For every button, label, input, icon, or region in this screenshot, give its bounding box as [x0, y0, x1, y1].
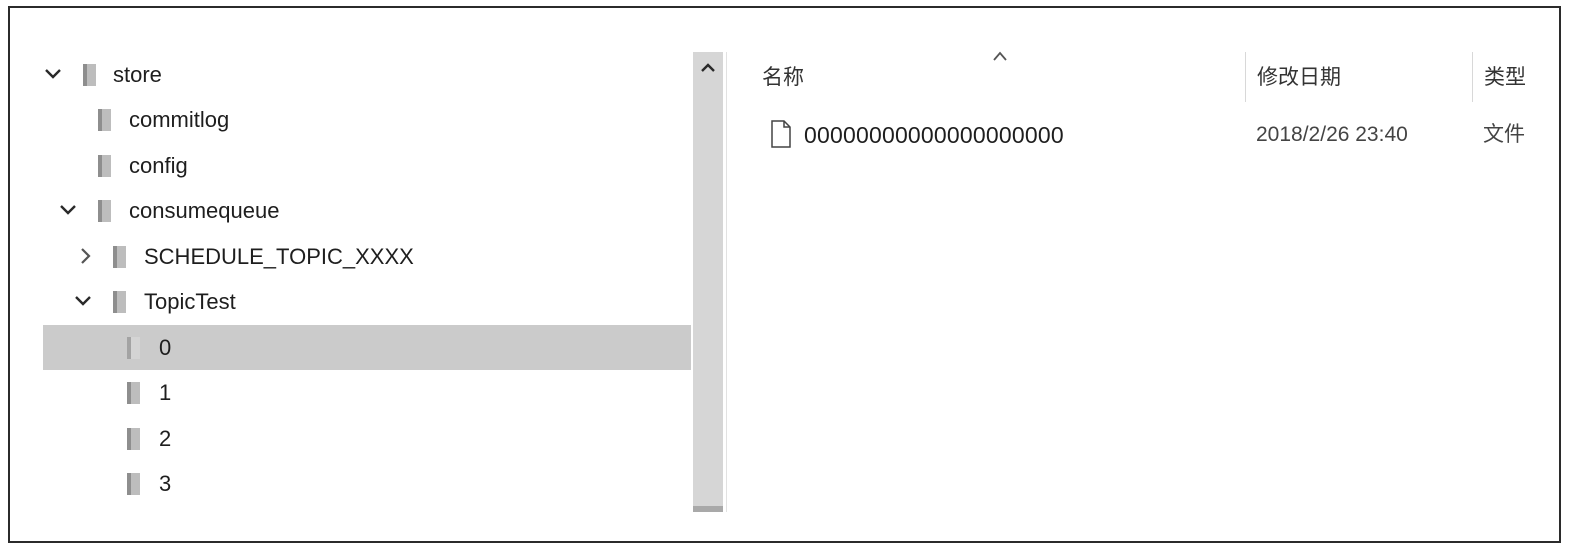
column-header-name[interactable]: 名称: [762, 58, 804, 98]
column-header-type[interactable]: 类型: [1484, 58, 1526, 98]
navigation-tree: store commitlog config consumequeue SCHE…: [43, 52, 691, 512]
tree-item-topictest[interactable]: TopicTest: [43, 279, 691, 324]
tree-item-schedule-topic[interactable]: SCHEDULE_TOPIC_XXXX: [43, 234, 691, 279]
tree-item-label: TopicTest: [144, 289, 236, 314]
sort-ascending-icon: [990, 48, 1010, 64]
tree-item-label: consumequeue: [129, 198, 280, 223]
tree-item-label: 0: [159, 335, 172, 360]
file-list-row[interactable]: 00000000000000000000 2018/2/26 23:40 文件: [762, 112, 1562, 158]
file-icon: [770, 120, 792, 148]
tree-item-store[interactable]: store: [43, 52, 691, 97]
column-separator[interactable]: [1472, 52, 1473, 102]
tree-scrollbar[interactable]: [693, 52, 723, 512]
folder-icon: [125, 427, 143, 451]
tree-item-config[interactable]: config: [43, 143, 691, 188]
chevron-down-icon[interactable]: [58, 200, 78, 220]
tree-item-label: config: [129, 153, 188, 178]
tree-item-2[interactable]: 2: [43, 416, 691, 461]
file-name: 00000000000000000000: [804, 122, 1064, 148]
folder-icon: [111, 290, 129, 314]
folder-icon: [125, 472, 143, 496]
folder-icon: [96, 108, 114, 132]
tree-item-3[interactable]: 3: [43, 461, 691, 506]
column-separator[interactable]: [1245, 52, 1246, 102]
chevron-down-icon[interactable]: [73, 291, 93, 311]
scroll-up-button[interactable]: [693, 52, 723, 84]
column-header-modified[interactable]: 修改日期: [1257, 58, 1341, 98]
chevron-right-icon[interactable]: [76, 246, 96, 266]
tree-item-label: commitlog: [129, 107, 230, 132]
folder-icon: [96, 199, 114, 223]
folder-icon: [125, 381, 143, 405]
file-type: 文件: [1483, 123, 1525, 146]
folder-icon: [125, 336, 143, 360]
file-modified-date: 2018/2/26 23:40: [1256, 123, 1408, 146]
tree-item-label: store: [113, 62, 162, 87]
pane-divider[interactable]: [726, 52, 727, 512]
tree-item-label: 3: [159, 471, 172, 496]
tree-item-0[interactable]: 0: [43, 325, 691, 370]
scrollbar-thumb[interactable]: [693, 506, 723, 512]
tree-item-consumequeue[interactable]: consumequeue: [43, 188, 691, 233]
folder-icon: [81, 63, 99, 87]
tree-item-1[interactable]: 1: [43, 370, 691, 415]
explorer-window: store commitlog config consumequeue SCHE…: [8, 6, 1561, 543]
tree-item-label: SCHEDULE_TOPIC_XXXX: [144, 244, 414, 269]
tree-item-label: 1: [159, 380, 172, 405]
folder-icon: [96, 154, 114, 178]
folder-icon: [111, 245, 129, 269]
chevron-down-icon[interactable]: [43, 64, 63, 84]
tree-item-label: 2: [159, 426, 172, 451]
tree-item-commitlog[interactable]: commitlog: [43, 97, 691, 142]
